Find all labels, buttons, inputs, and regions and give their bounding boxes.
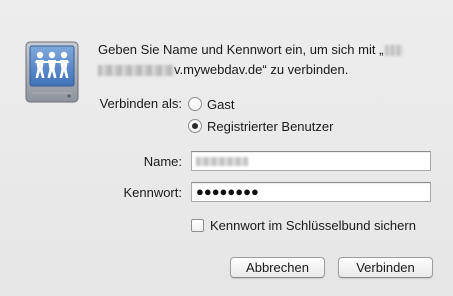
message-line-1: Geben Sie Name und Kennwort ein, um sich… [98, 40, 438, 60]
shared-server-icon [22, 40, 82, 104]
redacted-user-name [196, 157, 248, 166]
connect-button[interactable]: Verbinden [338, 257, 433, 278]
name-field[interactable] [191, 151, 431, 171]
name-label: Name: [143, 154, 182, 169]
redacted-server-host [98, 65, 174, 77]
radio-registered-user-button[interactable] [188, 119, 202, 133]
keychain-checkbox[interactable] [191, 219, 204, 232]
password-field[interactable]: ●●●●●●●● [191, 182, 431, 202]
radio-guest-label: Gast [207, 96, 235, 112]
radio-registered-user[interactable]: Registrierter Benutzer [188, 117, 333, 135]
radio-guest[interactable]: Gast [188, 95, 234, 113]
cancel-button[interactable]: Abbrechen [230, 257, 325, 278]
password-masked-value: ●●●●●●●● [196, 184, 259, 199]
keychain-checkbox-row[interactable]: Kennwort im Schlüsselbund sichern [191, 218, 416, 233]
redacted-server-host [385, 45, 404, 57]
keychain-checkbox-label: Kennwort im Schlüsselbund sichern [210, 218, 416, 233]
radio-registered-user-label: Registrierter Benutzer [207, 118, 334, 134]
message-line-2: v.mywebdav.de“ zu verbinden. [98, 60, 438, 80]
dialog-message: Geben Sie Name und Kennwort ein, um sich… [98, 40, 438, 80]
password-label: Kennwort: [123, 185, 182, 200]
connect-as-label: Verbinden als: [99, 96, 182, 111]
connect-dialog: Geben Sie Name und Kennwort ein, um sich… [0, 0, 453, 296]
radio-guest-button[interactable] [188, 97, 202, 111]
